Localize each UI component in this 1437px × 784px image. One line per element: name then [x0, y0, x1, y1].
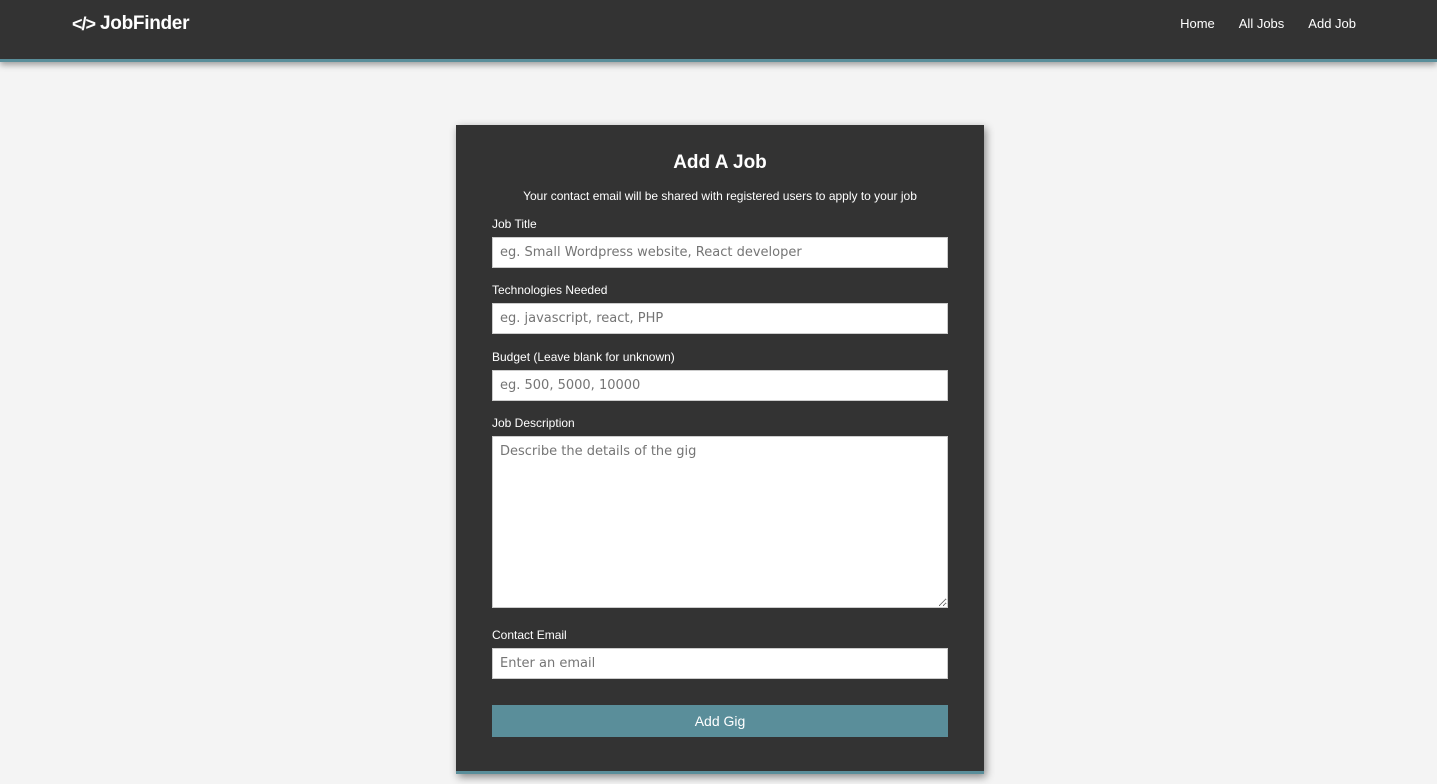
brand-name: JobFinder [100, 13, 190, 34]
form-subtitle: Your contact email will be shared with r… [523, 189, 917, 203]
add-job-form-card: Add A Job Your contact email will be sha… [456, 125, 984, 774]
job-title-input[interactable] [492, 237, 948, 268]
budget-label: Budget (Leave blank for unknown) [492, 350, 675, 364]
form-title: Add A Job [673, 152, 767, 173]
brand-logo[interactable]: </> JobFinder [72, 13, 189, 35]
technologies-input[interactable] [492, 303, 948, 334]
nav-links: Home All Jobs Add Job [1180, 16, 1356, 31]
nav-link-add-job[interactable]: Add Job [1308, 16, 1356, 31]
top-navbar: </> JobFinder Home All Jobs Add Job [0, 0, 1437, 62]
description-label: Job Description [492, 416, 575, 430]
description-textarea[interactable] [492, 436, 948, 608]
contact-email-label: Contact Email [492, 628, 567, 642]
contact-email-input[interactable] [492, 648, 948, 679]
budget-input[interactable] [492, 370, 948, 401]
add-gig-button[interactable]: Add Gig [492, 705, 948, 737]
nav-link-all-jobs[interactable]: All Jobs [1239, 16, 1285, 31]
nav-link-home[interactable]: Home [1180, 16, 1215, 31]
code-icon: </> [72, 13, 96, 34]
job-title-label: Job Title [492, 217, 537, 231]
technologies-label: Technologies Needed [492, 283, 608, 297]
